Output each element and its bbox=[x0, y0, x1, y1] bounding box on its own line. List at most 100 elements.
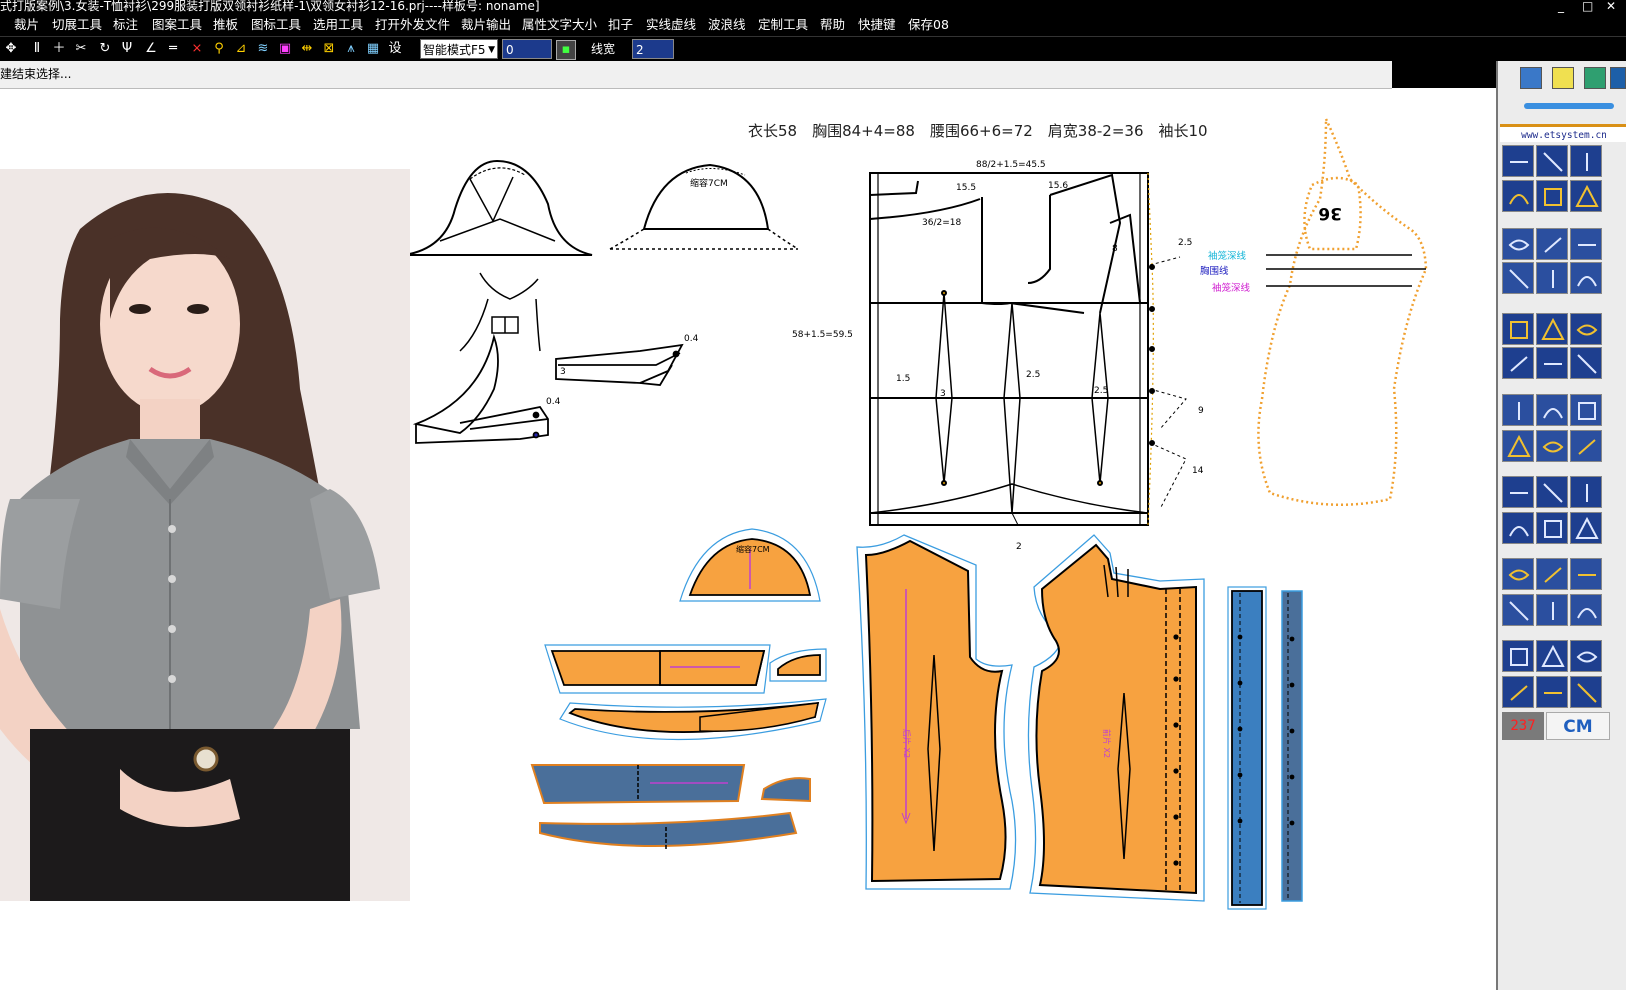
sidebar-tool-button[interactable] bbox=[1536, 347, 1568, 379]
close-icon[interactable]: ✕ bbox=[1606, 0, 1616, 12]
piece-sleeve-cap[interactable] bbox=[679, 528, 821, 602]
sidebar-tool-button[interactable] bbox=[1502, 228, 1534, 260]
unit-button[interactable]: CM bbox=[1546, 712, 1610, 740]
straighten-icon[interactable]: Ⅱ bbox=[28, 40, 46, 58]
sidebar-tool-button[interactable] bbox=[1570, 262, 1602, 294]
tool-icon-a[interactable] bbox=[1520, 67, 1542, 89]
sidebar-tool-button[interactable] bbox=[1536, 512, 1568, 544]
confirm-icon[interactable]: ▪ bbox=[556, 40, 576, 60]
sidebar-tool-button[interactable] bbox=[1502, 676, 1534, 708]
sidebar-tool-button[interactable] bbox=[1502, 145, 1534, 177]
menu-item-open-external[interactable]: 打开外发文件 bbox=[375, 14, 450, 36]
menu-item-shortcuts[interactable]: 快捷键 bbox=[858, 14, 896, 36]
maximize-icon[interactable]: □ bbox=[1582, 0, 1593, 12]
menu-item-line-style[interactable]: 实线虚线 bbox=[646, 14, 696, 36]
sidebar-tool-button[interactable] bbox=[1570, 430, 1602, 462]
sidebar-tool-button[interactable] bbox=[1502, 640, 1534, 672]
fold-icon[interactable]: ⊠ bbox=[320, 40, 338, 58]
piece-collar-upper[interactable] bbox=[544, 644, 771, 694]
linewidth-input[interactable]: 2 bbox=[632, 39, 674, 59]
piece-front-bodice[interactable] bbox=[1027, 534, 1205, 902]
menu-item-select-tools[interactable]: 选用工具 bbox=[313, 14, 363, 36]
menu-item-save[interactable]: 保存08 bbox=[908, 14, 949, 36]
menu-item-pattern-tools[interactable]: 图案工具 bbox=[152, 14, 202, 36]
menu-item-grading[interactable]: 推板 bbox=[213, 14, 238, 36]
sidebar-tool-button[interactable] bbox=[1536, 262, 1568, 294]
sidebar-tool-button[interactable] bbox=[1536, 640, 1568, 672]
setting-icon[interactable]: 设 bbox=[386, 40, 404, 58]
piece-collar-slate-1[interactable] bbox=[530, 764, 746, 805]
sidebar-tool-button[interactable] bbox=[1536, 313, 1568, 345]
sidebar-tool-button[interactable] bbox=[1502, 262, 1534, 294]
menu-item-buttons[interactable]: 扣子 bbox=[608, 14, 633, 36]
tool-icon-d[interactable] bbox=[1610, 67, 1626, 89]
sidebar-tool-button[interactable] bbox=[1502, 594, 1534, 626]
value-input[interactable]: 0 bbox=[502, 39, 552, 59]
sidebar-tool-button[interactable] bbox=[1502, 394, 1534, 426]
sidebar-tool-button[interactable] bbox=[1536, 145, 1568, 177]
color-icon[interactable]: ▣ bbox=[276, 40, 294, 58]
sidebar-tool-button[interactable] bbox=[1536, 394, 1568, 426]
sidebar-tool-button[interactable] bbox=[1570, 512, 1602, 544]
piece-collar-slate-2[interactable] bbox=[760, 777, 811, 803]
menu-item-piece-output[interactable]: 裁片输出 bbox=[461, 14, 511, 36]
sidebar-tool-button[interactable] bbox=[1570, 313, 1602, 345]
sidebar-tool-button[interactable] bbox=[1502, 180, 1534, 212]
sidebar-tool-button[interactable] bbox=[1536, 180, 1568, 212]
grid-icon[interactable]: ▦ bbox=[364, 40, 382, 58]
move-icon[interactable]: ✥ bbox=[2, 40, 20, 58]
dart-icon[interactable]: ⩚ bbox=[342, 40, 360, 58]
menu-item-pieces[interactable]: 裁片 bbox=[14, 14, 39, 36]
tool-icon-b[interactable] bbox=[1552, 67, 1574, 89]
piece-placket-blue[interactable] bbox=[1227, 586, 1267, 910]
fork-icon[interactable]: Ψ bbox=[118, 40, 136, 58]
sidebar-tool-button[interactable] bbox=[1502, 512, 1534, 544]
angle-icon[interactable]: ∠ bbox=[142, 40, 160, 58]
parallel-icon[interactable]: ═ bbox=[164, 40, 182, 58]
sidebar-tool-button[interactable] bbox=[1570, 228, 1602, 260]
sidebar-tool-button[interactable] bbox=[1536, 430, 1568, 462]
cross-tool-icon[interactable]: ⨯ bbox=[188, 40, 206, 58]
sidebar-tool-button[interactable] bbox=[1536, 594, 1568, 626]
menu-item-slash-tools[interactable]: 切展工具 bbox=[52, 14, 102, 36]
minimize-icon[interactable]: _ bbox=[1558, 0, 1564, 12]
sidebar-tool-button[interactable] bbox=[1536, 676, 1568, 708]
piece-placket-slate[interactable] bbox=[1281, 590, 1303, 902]
sidebar-tool-button[interactable] bbox=[1570, 594, 1602, 626]
plus-icon[interactable]: ＋ bbox=[50, 40, 68, 58]
sidebar-tool-button[interactable] bbox=[1536, 558, 1568, 590]
tool-icon-c[interactable] bbox=[1584, 67, 1606, 89]
sidebar-tool-button[interactable] bbox=[1502, 313, 1534, 345]
sidebar-tool-button[interactable] bbox=[1570, 347, 1602, 379]
piece-collar-stand-small[interactable] bbox=[769, 648, 827, 682]
mirror-icon[interactable]: ⇹ bbox=[298, 40, 316, 58]
piece-collar-lower[interactable] bbox=[559, 698, 827, 741]
sidebar-tool-button[interactable] bbox=[1570, 558, 1602, 590]
rotate-icon[interactable]: ↻ bbox=[96, 40, 114, 58]
ruler-icon[interactable]: ⊿ bbox=[232, 40, 250, 58]
sidebar-tool-button[interactable] bbox=[1570, 145, 1602, 177]
menu-item-text-size[interactable]: 属性文字大小 bbox=[522, 14, 597, 36]
sidebar-tool-button[interactable] bbox=[1570, 394, 1602, 426]
mode-select[interactable]: 智能模式F5 ▼ bbox=[420, 39, 498, 59]
sidebar-tool-button[interactable] bbox=[1570, 676, 1602, 708]
menu-item-icon-tools[interactable]: 图标工具 bbox=[251, 14, 301, 36]
measure-icon[interactable]: ⚲ bbox=[210, 40, 228, 58]
sidebar-tool-button[interactable] bbox=[1536, 476, 1568, 508]
sidebar-tool-button[interactable] bbox=[1570, 476, 1602, 508]
piece-back-bodice[interactable] bbox=[856, 534, 1017, 890]
piece-collar-slate-3[interactable] bbox=[539, 811, 798, 849]
menu-item-help[interactable]: 帮助 bbox=[820, 14, 845, 36]
sidebar-tool-button[interactable] bbox=[1570, 180, 1602, 212]
menu-item-wave-line[interactable]: 波浪线 bbox=[708, 14, 746, 36]
sidebar-tool-button[interactable] bbox=[1502, 347, 1534, 379]
sidebar-tool-button[interactable] bbox=[1570, 640, 1602, 672]
sidebar-tool-button[interactable] bbox=[1502, 558, 1534, 590]
cut-icon[interactable]: ✂ bbox=[72, 40, 90, 58]
sidebar-tool-button[interactable] bbox=[1536, 228, 1568, 260]
sidebar-tool-button[interactable] bbox=[1502, 430, 1534, 462]
curve-icon[interactable]: ≋ bbox=[254, 40, 272, 58]
sidebar-tool-button[interactable] bbox=[1502, 476, 1534, 508]
menu-item-custom-tools[interactable]: 定制工具 bbox=[758, 14, 808, 36]
menu-item-annotate[interactable]: 标注 bbox=[113, 14, 138, 36]
